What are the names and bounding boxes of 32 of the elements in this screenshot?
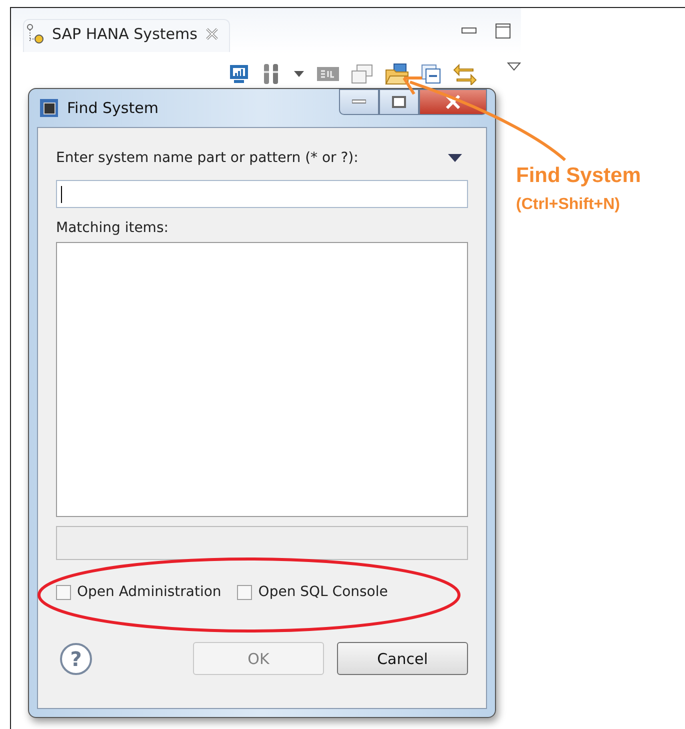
pattern-label: Enter system name part or pattern (* or ?): [56,150,358,166]
checkbox-label[interactable]: Open SQL Console [258,584,388,600]
minimize-icon[interactable] [461,26,477,36]
view-menu-icon[interactable] [507,62,521,72]
folder-icon[interactable] [385,63,409,85]
dialog-button[interactable]: Cancel [337,642,468,675]
annotation-shortcut: (Ctrl+Shift+N) [516,196,621,214]
dialog-title: Find System [67,99,158,117]
close-icon [445,95,461,109]
checkbox[interactable] [237,584,252,600]
maximize-icon[interactable] [495,23,511,39]
help-button[interactable]: ? [60,642,92,674]
close-icon[interactable] [205,26,220,40]
sync-arrows-icon[interactable] [453,63,477,85]
window-minus-icon[interactable] [421,64,441,84]
annotation-title: Find System [516,164,641,188]
maximize-button[interactable] [379,89,419,115]
minimize-icon [352,99,366,105]
maximize-icon [392,96,406,108]
windows-icon[interactable] [351,64,373,84]
monitor-chart-icon[interactable] [229,64,249,84]
dropdown-caret-icon[interactable] [448,154,462,162]
checkbox-label[interactable]: Open Administration [77,584,222,600]
minimize-button[interactable] [339,89,379,115]
view-tab[interactable]: SAP HANA Systems [23,18,230,52]
chip-icon [39,98,59,118]
tools-icon[interactable] [261,63,281,85]
caret-icon[interactable] [293,70,305,78]
server-icon [26,24,44,44]
pattern-input-field[interactable] [56,180,468,208]
checkbox[interactable] [56,584,71,600]
matching-items-label: Matching items: [56,220,170,236]
